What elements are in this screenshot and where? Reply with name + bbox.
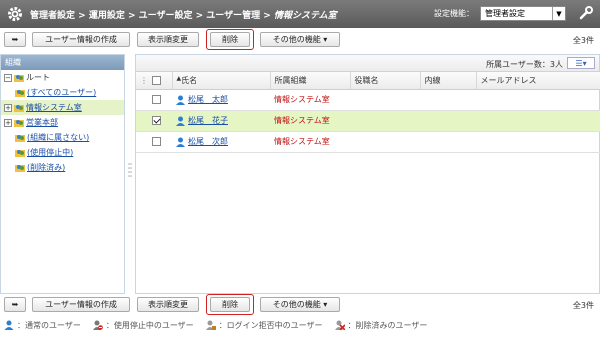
header-bar: 管理者設定 > 運用設定 > ユーザー設定 > ユーザー管理 > 情報システム室… — [0, 0, 600, 28]
setting-select[interactable]: 管理者設定 ▼ — [480, 6, 566, 21]
other-functions-button[interactable]: その他の機能 ▾ — [260, 32, 340, 47]
legend-login-denied-user: ：ログイン拒否中のユーザー — [202, 320, 323, 331]
column-title[interactable]: 役職名 — [350, 72, 421, 90]
row-checkbox[interactable] — [152, 116, 161, 125]
org-icon — [15, 90, 25, 97]
user-mail — [476, 131, 600, 153]
legend-deleted-user: ：削除済みのユーザー — [331, 320, 427, 331]
user-icon — [176, 137, 185, 147]
user-icon — [176, 95, 185, 105]
user-deleted-icon — [334, 320, 345, 330]
bottom-toolbar: ➥ ユーザー情報の作成 表示順変更 削除 その他の機能 ▾ 全3件 — [0, 294, 600, 315]
splitter-handle[interactable] — [125, 54, 135, 294]
org-icon — [14, 105, 24, 112]
user-org: 情報システム室 — [270, 131, 350, 153]
crumb-operation[interactable]: 運用設定 — [89, 11, 125, 21]
table-row[interactable]: 松尾 花子 情報システム室 — [136, 110, 600, 132]
org-icon — [14, 75, 24, 82]
column-select-all: ⋮ — [136, 72, 173, 90]
list-view-icon[interactable]: ☰▾ — [567, 57, 595, 69]
user-mail — [476, 110, 600, 132]
column-mail[interactable]: メールアドレス — [476, 72, 600, 90]
total-count: 全3件 — [572, 36, 594, 45]
chevron-down-icon: ▼ — [552, 7, 565, 20]
legend-suspended-user: ：使用停止中のユーザー — [89, 320, 194, 331]
org-icon — [15, 165, 25, 172]
crumb-current: 情報システム室 — [273, 10, 337, 21]
user-org: 情報システム室 — [270, 110, 350, 132]
setting-selector: 設定機能： 管理者設定 ▼ — [434, 6, 566, 21]
breadcrumb: 管理者設定 > 運用設定 > ユーザー設定 > ユーザー管理 > 情報システム室 — [30, 10, 337, 21]
table-row[interactable]: 松尾 次郎 情報システム室 — [136, 131, 600, 153]
delete-button[interactable]: 削除 — [210, 297, 250, 312]
org-icon — [15, 135, 25, 142]
tree-node-sales[interactable]: + 営業本部 — [1, 115, 124, 130]
user-ext — [420, 110, 476, 132]
chevron-down-icon: ▾ — [320, 300, 328, 309]
back-arrow-icon: ➥ — [11, 300, 19, 309]
user-icon — [4, 320, 14, 330]
expand-icon[interactable]: + — [4, 103, 12, 112]
chevron-down-icon: ▾ — [320, 35, 328, 44]
user-list-panel: 所属ユーザー数：3人 ☰▾ ⋮ ▲氏名 所属組織 役職名 内線 メールアドレス … — [135, 54, 600, 294]
user-login-denied-icon — [205, 320, 216, 330]
back-button[interactable]: ➥ — [4, 297, 26, 312]
legend-normal-user: ：通常のユーザー — [0, 320, 81, 331]
row-checkbox[interactable] — [152, 137, 161, 146]
back-button[interactable]: ➥ — [4, 32, 26, 47]
crumb-user-management[interactable]: ユーザー管理 — [206, 11, 260, 21]
create-user-button[interactable]: ユーザー情報の作成 — [32, 32, 130, 47]
member-count: 所属ユーザー数：3人 — [486, 60, 563, 69]
user-ext — [420, 89, 476, 111]
select-all-checkbox[interactable] — [152, 75, 161, 85]
wrench-icon[interactable] — [578, 5, 594, 23]
org-panel-title: 組織 — [1, 55, 124, 70]
user-icon — [176, 116, 185, 126]
column-org[interactable]: 所属組織 — [270, 72, 351, 90]
row-checkbox[interactable] — [152, 95, 161, 104]
user-ext — [420, 131, 476, 153]
expand-icon[interactable]: + — [4, 118, 12, 127]
tree-node-all-users[interactable]: (すべてのユーザー) — [1, 85, 124, 100]
gear-icon — [5, 4, 25, 24]
user-title — [350, 89, 420, 111]
crumb-user-settings[interactable]: ユーザー設定 — [139, 11, 193, 21]
org-icon — [14, 120, 24, 127]
tree-node-no-org[interactable]: (組織に属さない) — [1, 130, 124, 145]
tree-node-root[interactable]: − ルート — [1, 70, 124, 85]
org-icon — [15, 150, 25, 157]
user-name-link[interactable]: 松尾 次郎 — [188, 136, 228, 147]
user-name-link[interactable]: 松尾 太郎 — [188, 94, 228, 105]
icon-legend: ：通常のユーザー ：使用停止中のユーザー ：ログイン拒否中のユーザー ：削除済み… — [0, 318, 435, 332]
org-tree: − ルート (すべてのユーザー) + 情報システム室 + 営業本部 (組織に属さ… — [1, 70, 124, 175]
other-functions-button[interactable]: その他の機能 ▾ — [260, 297, 340, 312]
create-user-button[interactable]: ユーザー情報の作成 — [32, 297, 130, 312]
org-tree-panel: 組織 − ルート (すべてのユーザー) + 情報システム室 + 営業本部 (組織… — [0, 54, 125, 294]
change-order-button[interactable]: 表示順変更 — [137, 297, 199, 312]
change-order-button[interactable]: 表示順変更 — [137, 32, 199, 47]
column-ext[interactable]: 内線 — [420, 72, 477, 90]
crumb-admin[interactable]: 管理者設定 — [30, 11, 75, 21]
user-title — [350, 131, 420, 153]
user-org: 情報システム室 — [270, 89, 350, 111]
top-toolbar: ➥ ユーザー情報の作成 表示順変更 削除 その他の機能 ▾ 全3件 — [0, 29, 600, 50]
user-name-link[interactable]: 松尾 花子 — [188, 115, 228, 126]
total-count: 全3件 — [572, 301, 594, 310]
column-name[interactable]: ▲氏名 — [172, 72, 271, 90]
user-table: ⋮ ▲氏名 所属組織 役職名 内線 メールアドレス 松尾 太郎 情報システム室 … — [136, 72, 600, 153]
user-title — [350, 110, 420, 132]
back-arrow-icon: ➥ — [11, 35, 19, 44]
user-suspended-icon — [92, 320, 103, 330]
collapse-icon[interactable]: − — [4, 73, 12, 82]
delete-button[interactable]: 削除 — [210, 32, 250, 47]
tree-node-info-system[interactable]: + 情報システム室 — [1, 100, 124, 115]
tree-node-suspended[interactable]: (使用停止中) — [1, 145, 124, 160]
tree-node-deleted[interactable]: (削除済み) — [1, 160, 124, 175]
user-mail — [476, 89, 600, 111]
setting-label: 設定機能： — [434, 9, 474, 18]
table-row[interactable]: 松尾 太郎 情報システム室 — [136, 89, 600, 111]
list-header-bar: 所属ユーザー数：3人 ☰▾ — [136, 55, 599, 72]
